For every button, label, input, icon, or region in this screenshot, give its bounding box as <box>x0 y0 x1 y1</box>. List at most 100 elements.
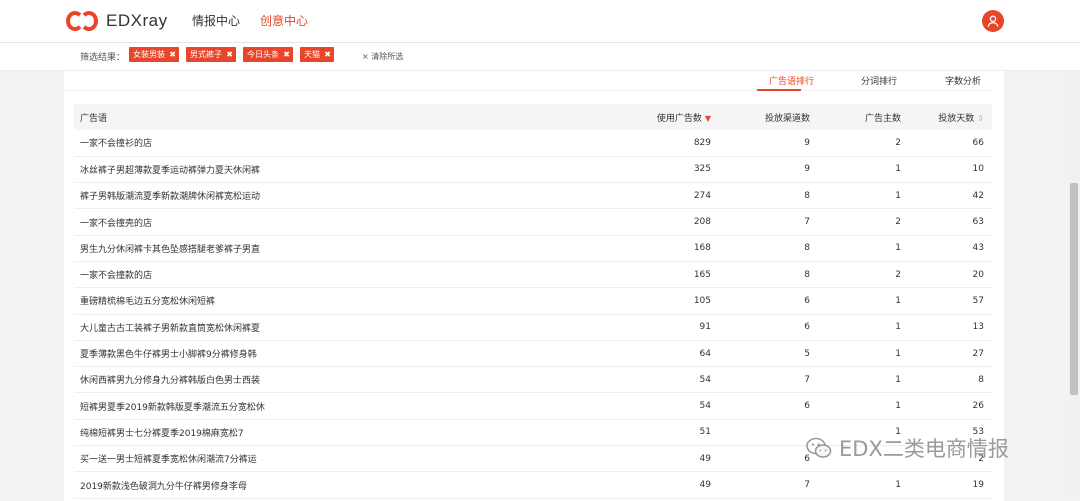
column-header-ad-copy: 广告语 <box>80 113 108 124</box>
days-cell: 19 <box>972 480 984 490</box>
channel-count-cell: 6 <box>804 322 810 333</box>
scrollbar-thumb[interactable] <box>1070 183 1078 395</box>
advertiser-count-cell: 2 <box>895 269 901 280</box>
table-row[interactable]: 一家不会撞壳的店 208 7 2 63 <box>74 209 992 236</box>
days-cell: 27 <box>972 348 984 359</box>
table-row[interactable]: 大儿童古古工装裤子男新款直筒宽松休闲裤夏 91 6 1 13 <box>74 314 992 341</box>
ad-copy-cell: 休闲西裤男九分修身九分裤韩版白色男士西装 <box>80 376 261 387</box>
ad-count-cell: 51 <box>699 427 711 438</box>
close-icon[interactable]: ✖ <box>324 47 331 62</box>
edxray-logo[interactable]: EDXray <box>66 9 168 33</box>
close-icon: × <box>362 52 369 61</box>
channel-count-cell: 8 <box>804 269 810 280</box>
ad-count-cell: 274 <box>693 190 711 201</box>
ad-copy-cell: 一家不会撞款的店 <box>80 271 153 282</box>
channel-count-cell: 7 <box>804 374 810 385</box>
table-row[interactable]: 2019新款浅色破洞九分牛仔裤男修身李母 49 7 1 19 <box>74 472 992 499</box>
advertiser-count-cell: 1 <box>895 164 901 175</box>
table-row[interactable]: 短裤男夏季2019新款韩版夏季潮流五分宽松休 54 6 1 26 <box>74 393 992 420</box>
ad-copy-cell: 冰丝裤子男超薄款夏季运动裤弹力夏天休闲裤 <box>80 165 261 176</box>
advertiser-count-cell: 1 <box>895 401 901 412</box>
ad-count-cell: 49 <box>699 480 711 490</box>
days-cell: 10 <box>972 164 984 175</box>
filter-chip[interactable]: 男式裤子 ✖ <box>186 47 236 62</box>
tab-ad-copy-ranking[interactable]: 广告语排行 <box>769 74 814 87</box>
filter-chip-label: 女装男装 <box>133 50 165 59</box>
table-row[interactable]: 重磅精梳棉毛边五分宽松休闲短裤 105 6 1 57 <box>74 288 992 315</box>
table-row[interactable]: 冰丝裤子男超薄款夏季运动裤弹力夏天休闲裤 325 9 1 10 <box>74 156 992 183</box>
watermark-text: EDX二类电商情报 <box>839 437 1009 461</box>
days-cell: 8 <box>978 374 984 385</box>
ad-copy-cell: 大儿童古古工装裤子男新款直筒宽松休闲裤夏 <box>80 323 261 334</box>
logo-text: EDXray <box>106 11 168 30</box>
advertiser-count-cell: 2 <box>895 137 901 148</box>
advertiser-count-cell: 1 <box>895 243 901 254</box>
channel-count-cell: 6 <box>804 295 810 306</box>
wechat-icon <box>806 437 832 458</box>
table-row[interactable]: 裤子男韩版潮流夏季新款潮牌休闲裤宽松运动 274 8 1 42 <box>74 183 992 209</box>
tab-word-count-analysis[interactable]: 字数分析 <box>945 74 981 87</box>
ad-copy-cell: 夏季薄款黑色牛仔裤男士小脚裤9分裤修身韩 <box>80 350 257 361</box>
filter-chip[interactable]: 女装男装 ✖ <box>129 47 179 62</box>
channel-count-cell: 9 <box>804 137 810 148</box>
advertiser-count-cell: 1 <box>895 348 901 359</box>
advertiser-count-cell: 1 <box>895 480 901 490</box>
days-cell: 66 <box>972 137 984 148</box>
tab-word-segment-ranking[interactable]: 分词排行 <box>861 74 897 87</box>
sort-desc-icon[interactable]: ▼ <box>705 114 711 123</box>
ad-count-cell: 91 <box>699 322 711 333</box>
days-cell: 13 <box>972 322 984 333</box>
filter-chip[interactable]: 天猫 ✖ <box>300 47 334 62</box>
channel-count-cell: 8 <box>804 243 810 254</box>
advertiser-count-cell: 1 <box>895 322 901 333</box>
close-icon[interactable]: ✖ <box>283 47 290 62</box>
clear-all-label: 清除所选 <box>371 52 404 61</box>
filter-label: 筛选结果： <box>80 53 126 63</box>
table-row[interactable]: 一家不会撞衫的店 829 9 2 66 <box>74 130 992 157</box>
table-row[interactable]: 一家不会撞款的店 165 8 2 20 <box>74 261 992 288</box>
close-icon[interactable]: ✖ <box>169 47 176 62</box>
channel-count-cell: 6 <box>804 453 810 464</box>
channel-count-cell: 5 <box>804 348 810 359</box>
logo-mark-icon <box>66 9 102 33</box>
channel-count-cell: 6 <box>804 401 810 412</box>
column-header-channel-count[interactable]: 投放渠道数 <box>719 104 818 130</box>
days-cell: 26 <box>972 401 984 412</box>
table-row[interactable]: 男生九分休闲裤卡其色坠感搭腿老爹裤子男直 168 8 1 43 <box>74 235 992 262</box>
filter-chip[interactable]: 今日头条 ✖ <box>243 47 293 62</box>
ad-copy-cell: 男生九分休闲裤卡其色坠感搭腿老爹裤子男直 <box>80 244 261 255</box>
table-row[interactable]: 夏季薄款黑色牛仔裤男士小脚裤9分裤修身韩 64 5 1 27 <box>74 340 992 367</box>
clear-all-button[interactable]: × 清除所选 <box>362 51 403 62</box>
top-navbar: EDXray 情报中心 创意中心 <box>0 0 1080 43</box>
ad-count-cell: 168 <box>693 243 711 254</box>
days-cell: 42 <box>972 190 984 201</box>
days-cell: 20 <box>972 269 984 280</box>
ad-count-cell: 64 <box>699 348 711 359</box>
close-icon[interactable]: ✖ <box>226 47 233 62</box>
ad-copy-cell: 纯棉短裤男士七分裤夏季2019棉麻宽松7 <box>80 428 244 439</box>
advertiser-count-cell: 1 <box>895 190 901 201</box>
tab-divider <box>64 90 994 91</box>
ad-count-cell: 165 <box>693 269 711 280</box>
watermark: EDX二类电商情报 <box>805 433 1009 463</box>
nav-intelligence-center[interactable]: 情报中心 <box>192 12 240 29</box>
column-header-days[interactable]: 投放天数 ⇕ <box>909 104 992 130</box>
channel-count-cell: 8 <box>804 190 810 201</box>
channel-count-cell: 7 <box>804 480 810 490</box>
user-icon <box>987 15 999 27</box>
table-row[interactable]: 休闲西裤男九分修身九分裤韩版白色男士西装 54 7 1 8 <box>74 367 992 393</box>
filter-chip-label: 男式裤子 <box>190 50 222 59</box>
advertiser-count-cell: 2 <box>895 217 901 228</box>
user-avatar[interactable] <box>982 10 1004 32</box>
nav-creative-center[interactable]: 创意中心 <box>260 12 308 29</box>
channel-count-cell <box>719 419 818 445</box>
main-nav: 情报中心 创意中心 <box>192 12 308 29</box>
ad-copy-cell: 一家不会撞衫的店 <box>80 139 153 150</box>
table-header-row: 广告语 使用广告数 ▼ 投放渠道数 广告主数 投放天数 ⇕ <box>74 104 992 130</box>
column-header-advertiser-count[interactable]: 广告主数 <box>818 104 909 130</box>
column-header-ad-count[interactable]: 使用广告数 ▼ <box>549 104 719 130</box>
ad-count-cell: 54 <box>699 374 711 385</box>
sort-icon[interactable]: ⇕ <box>977 114 984 123</box>
days-cell: 63 <box>972 217 984 228</box>
ad-copy-cell: 裤子男韩版潮流夏季新款潮牌休闲裤宽松运动 <box>80 192 261 203</box>
